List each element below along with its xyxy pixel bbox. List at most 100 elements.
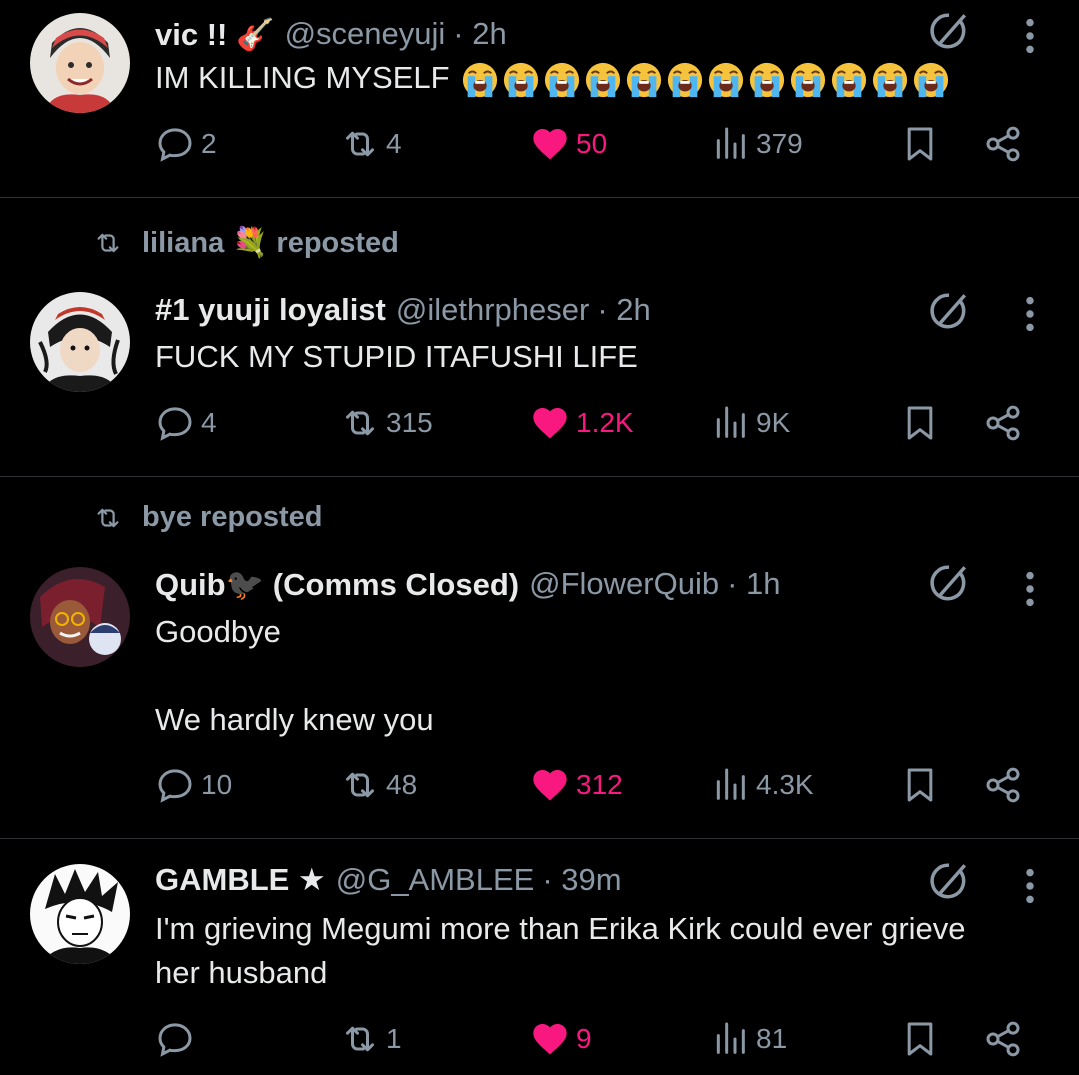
reposted-by[interactable]: bye reposted — [88, 501, 323, 534]
repost-button[interactable]: 48 — [340, 765, 417, 805]
like-count: 312 — [576, 769, 623, 800]
reposted-by-label: bye reposted — [142, 501, 323, 533]
avatar[interactable] — [30, 567, 130, 667]
post-time[interactable]: · 1h — [727, 566, 780, 602]
grok-icon[interactable] — [928, 860, 970, 902]
views-button[interactable]: 9K — [710, 403, 790, 443]
bookmark-button[interactable] — [900, 403, 940, 443]
post-text-line — [155, 654, 1035, 698]
repost-icon — [88, 503, 128, 533]
share-button[interactable] — [983, 1019, 1023, 1059]
emoji-row — [458, 60, 950, 95]
bookmark-button[interactable] — [900, 765, 940, 805]
avatar[interactable] — [30, 13, 130, 113]
post-text-line: Goodbye — [155, 614, 281, 649]
bookmark-icon — [900, 403, 940, 443]
author-handle[interactable]: @G_AMBLEE — [336, 862, 535, 898]
author-handle[interactable]: @ilethrpheser — [396, 292, 589, 328]
reply-button[interactable] — [155, 1019, 201, 1059]
like-button[interactable]: 50 — [530, 124, 607, 164]
views-count: 81 — [756, 1023, 788, 1054]
post-text-line: I'm grieving Megumi more than Erika Kirk… — [155, 911, 966, 946]
crying-face-icon — [502, 61, 540, 99]
more-icon[interactable] — [1015, 866, 1045, 906]
action-bar: 2 4 50 379 — [155, 124, 1035, 174]
more-icon[interactable] — [1015, 16, 1045, 56]
post-text-line: We hardly knew you — [155, 702, 434, 737]
views-button[interactable]: 4.3K — [710, 765, 814, 805]
views-icon — [710, 1019, 750, 1059]
views-button[interactable]: 379 — [710, 124, 803, 164]
reply-count: 2 — [201, 128, 217, 159]
reply-count: 10 — [201, 769, 233, 800]
repost-button[interactable]: 1 — [340, 1019, 402, 1059]
reply-icon — [155, 1019, 195, 1059]
more-icon[interactable] — [1015, 569, 1045, 609]
repost-button[interactable]: 4 — [340, 124, 402, 164]
bookmark-button[interactable] — [900, 124, 940, 164]
views-count: 379 — [756, 128, 803, 159]
post-header: vic !! 🎸 @sceneyuji · 2h — [155, 14, 507, 54]
bookmark-button[interactable] — [900, 1019, 940, 1059]
share-icon — [983, 765, 1023, 805]
author-name[interactable]: #1 yuuji loyalist — [155, 292, 386, 328]
repost-count: 48 — [386, 769, 418, 800]
post-text: IM KILLING MYSELF — [155, 56, 1035, 100]
reply-button[interactable]: 10 — [155, 765, 232, 805]
grok-icon[interactable] — [928, 290, 970, 332]
crying-face-icon — [584, 61, 622, 99]
share-button[interactable] — [983, 124, 1023, 164]
more-icon[interactable] — [1015, 294, 1045, 334]
post-header: Quib🐦‍⬛ (Comms Closed) @FlowerQuib · 1h — [155, 564, 781, 604]
repost-count: 4 — [386, 128, 402, 159]
views-button[interactable]: 81 — [710, 1019, 787, 1059]
like-button[interactable]: 312 — [530, 765, 623, 805]
heart-icon — [530, 403, 570, 443]
post-time[interactable]: · 39m — [542, 862, 621, 898]
avatar[interactable] — [30, 292, 130, 392]
author-handle[interactable]: @sceneyuji — [285, 16, 446, 52]
crying-face-icon — [543, 61, 581, 99]
bookmark-icon — [900, 124, 940, 164]
author-name[interactable]: vic !! 🎸 — [155, 16, 275, 53]
post-4[interactable]: GAMBLE ★ @G_AMBLEE · 39m I'm grieving Me… — [0, 839, 1079, 1075]
reply-button[interactable]: 4 — [155, 403, 217, 443]
post-text-line: her husband — [155, 955, 328, 990]
crying-face-icon — [666, 61, 704, 99]
action-bar: 10 48 312 4.3K — [155, 765, 1035, 815]
bookmark-icon — [900, 765, 940, 805]
grok-icon[interactable] — [928, 10, 970, 52]
views-icon — [710, 403, 750, 443]
crying-face-icon — [707, 61, 745, 99]
author-name[interactable]: Quib🐦‍⬛ (Comms Closed) — [155, 566, 519, 603]
repost-icon — [88, 228, 128, 258]
crying-face-icon — [912, 61, 950, 99]
avatar[interactable] — [30, 864, 130, 964]
repost-icon — [340, 124, 380, 164]
reposted-by[interactable]: liliana 💐 reposted — [88, 226, 399, 260]
post-time[interactable]: · 2h — [597, 292, 650, 328]
grok-icon[interactable] — [928, 562, 970, 604]
post-3[interactable]: bye reposted Quib🐦‍⬛ (Comms Closed) @Flo… — [0, 477, 1079, 838]
author-handle[interactable]: @FlowerQuib — [529, 566, 719, 602]
action-bar: 4 315 1.2K 9K — [155, 403, 1035, 453]
like-count: 1.2K — [576, 407, 634, 438]
author-name[interactable]: GAMBLE ★ — [155, 862, 326, 898]
repost-icon — [340, 403, 380, 443]
post-2[interactable]: liliana 💐 reposted #1 yuuji loyalist @il… — [0, 198, 1079, 476]
post-header: #1 yuuji loyalist @ilethrpheser · 2h — [155, 290, 651, 330]
post-text: FUCK MY STUPID ITAFUSHI LIFE — [155, 339, 638, 374]
heart-icon — [530, 765, 570, 805]
reply-button[interactable]: 2 — [155, 124, 217, 164]
views-count: 4.3K — [756, 769, 814, 800]
like-button[interactable]: 9 — [530, 1019, 592, 1059]
post-1[interactable]: vic !! 🎸 @sceneyuji · 2h IM KILLING MYSE… — [0, 0, 1079, 197]
post-text-line: IM KILLING MYSELF — [155, 60, 450, 95]
like-button[interactable]: 1.2K — [530, 403, 634, 443]
share-button[interactable] — [983, 403, 1023, 443]
action-bar: 1 9 81 — [155, 1019, 1035, 1069]
reposted-by-label: liliana 💐 reposted — [142, 227, 399, 259]
repost-button[interactable]: 315 — [340, 403, 433, 443]
post-time[interactable]: · 2h — [453, 16, 506, 52]
share-button[interactable] — [983, 765, 1023, 805]
